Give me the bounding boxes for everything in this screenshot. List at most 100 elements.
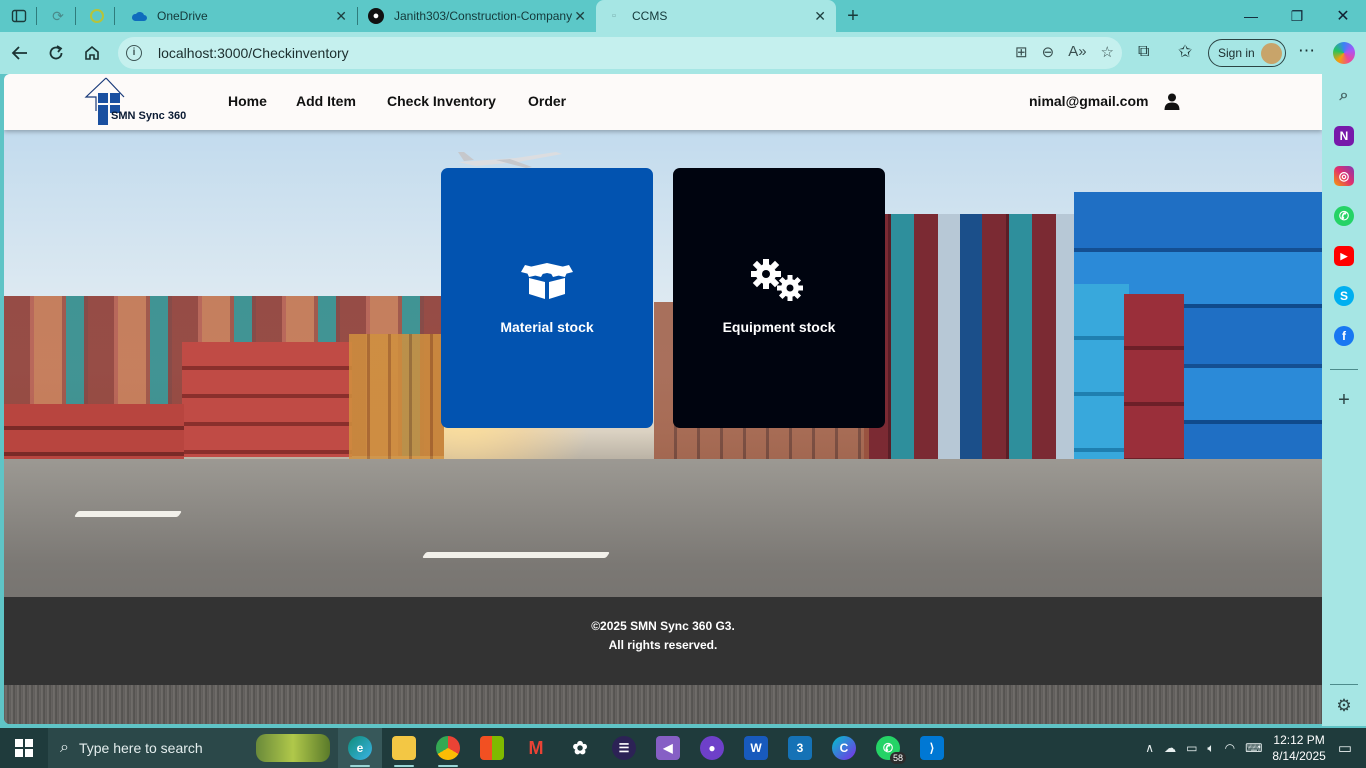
show-hidden-icons[interactable]: ∧ xyxy=(1145,741,1154,755)
browser-toolbar: i localhost:3000/Checkinventory ⊞ ⊖ A» ☆… xyxy=(0,32,1366,74)
nav-home[interactable]: Home xyxy=(228,93,267,109)
address-bar[interactable]: i localhost:3000/Checkinventory ⊞ ⊖ A» ☆ xyxy=(118,37,1122,69)
whatsapp-icon[interactable]: ✆ xyxy=(1334,206,1354,226)
tab-actions-icon[interactable] xyxy=(8,5,30,27)
onedrive-tray-icon[interactable]: ☁ xyxy=(1164,741,1176,755)
zoom-icon[interactable]: ⊖ xyxy=(1042,43,1055,61)
taskbar-word[interactable]: W xyxy=(734,728,778,768)
page-viewport: SMN Sync 360 Home Add Item Check Invento… xyxy=(4,74,1322,724)
divider xyxy=(1330,369,1358,370)
box-open-icon xyxy=(521,263,573,299)
rights-text: All rights reserved. xyxy=(608,638,718,652)
edge-icon: e xyxy=(348,736,372,760)
site-footer: ©2025 SMN Sync 360 G3. All rights reserv… xyxy=(4,597,1322,685)
tab-github[interactable]: ● Janith303/Construction-Company ✕ xyxy=(358,0,596,32)
taskbar-store[interactable] xyxy=(470,728,514,768)
workspaces-icon[interactable]: ⟳ xyxy=(47,5,69,27)
taskbar-eclipse[interactable]: ☰ xyxy=(602,728,646,768)
taskbar-edge[interactable]: e xyxy=(338,728,382,768)
container-stack xyxy=(864,214,1104,459)
taskbar-whatsapp[interactable]: ✆ 58 xyxy=(866,728,910,768)
keyboard-icon[interactable]: ⌨ xyxy=(1245,741,1262,755)
canva-icon: C xyxy=(832,736,856,760)
clock-time: 12:12 PM xyxy=(1273,733,1325,747)
running-indicator xyxy=(394,765,414,767)
new-tab-button[interactable]: + xyxy=(836,0,870,32)
restore-button[interactable]: ❐ xyxy=(1274,0,1320,32)
divider xyxy=(75,7,76,25)
taskbar-app-3[interactable]: 3 xyxy=(778,728,822,768)
onenote-icon[interactable]: N xyxy=(1334,126,1354,146)
css3-icon: 3 xyxy=(788,736,812,760)
logo-text: SMN Sync 360 xyxy=(111,110,187,122)
wifi-icon[interactable]: ◠ xyxy=(1225,741,1235,755)
nav-order[interactable]: Order xyxy=(528,93,566,109)
close-tab-icon[interactable]: ✕ xyxy=(814,8,826,25)
start-button[interactable] xyxy=(0,728,48,768)
material-stock-card[interactable]: Material stock xyxy=(441,168,653,428)
extensions-icon[interactable]: ⧉ xyxy=(1138,43,1149,61)
address-text[interactable]: localhost:3000/Checkinventory xyxy=(158,45,349,61)
battery-icon[interactable]: ▭ xyxy=(1186,741,1197,755)
copilot-icon[interactable] xyxy=(1333,42,1355,64)
notifications-icon[interactable]: ▭ xyxy=(1338,739,1352,757)
taskbar-vscode[interactable]: ⟩ xyxy=(910,728,954,768)
app-available-icon[interactable]: ⊞ xyxy=(1015,43,1028,61)
add-sidebar-app-icon[interactable]: + xyxy=(1334,389,1354,411)
avatar xyxy=(1261,43,1282,64)
taskbar-chrome[interactable] xyxy=(426,728,470,768)
close-window-button[interactable]: ✕ xyxy=(1320,0,1366,32)
folder-icon xyxy=(392,736,416,760)
tab-ccms[interactable]: ▫ CCMS ✕ xyxy=(596,0,836,32)
system-tray: ∧ ☁ ▭ 🔈︎ ◠ ⌨ 12:12 PM 8/14/2025 ▭ xyxy=(1145,728,1366,768)
chatgpt-icon: ✿ xyxy=(572,737,588,758)
back-button[interactable] xyxy=(2,37,38,69)
page-icon: ▫ xyxy=(612,10,616,22)
search-placeholder: Type here to search xyxy=(78,740,203,756)
user-email[interactable]: nimal@gmail.com xyxy=(1029,93,1148,109)
home-button[interactable] xyxy=(74,37,110,69)
taskbar-chatgpt[interactable]: ✿ xyxy=(558,728,602,768)
lane-marking xyxy=(73,511,183,517)
vscode-icon: ⟩ xyxy=(920,736,944,760)
taskbar-file-explorer[interactable] xyxy=(382,728,426,768)
skype-icon[interactable]: S xyxy=(1334,286,1354,306)
airplane-graphic xyxy=(458,152,562,168)
close-tab-icon[interactable]: ✕ xyxy=(574,8,586,25)
facebook-icon[interactable]: f xyxy=(1334,326,1354,346)
minimize-button[interactable]: — xyxy=(1228,0,1274,32)
user-icon[interactable] xyxy=(1164,93,1180,110)
close-tab-icon[interactable]: ✕ xyxy=(335,8,347,25)
running-indicator xyxy=(350,765,370,767)
taskbar-search[interactable]: ⌕ Type here to search xyxy=(48,728,338,768)
taskbar-gmail[interactable]: M xyxy=(514,728,558,768)
taskbar-github-desktop[interactable]: ● xyxy=(690,728,734,768)
tab-onedrive[interactable]: OneDrive ✕ xyxy=(121,0,357,32)
collections-icon[interactable] xyxy=(86,5,108,27)
favorites-icon[interactable]: ✩ xyxy=(1178,42,1192,62)
taskbar: ⌕ Type here to search e M ✿ ☰ ◀ ● W 3 C … xyxy=(0,728,1366,768)
github-desktop-icon: ● xyxy=(700,736,724,760)
background-asphalt xyxy=(4,685,1322,724)
youtube-icon[interactable]: ▶ xyxy=(1334,246,1354,266)
taskbar-canva[interactable]: C xyxy=(822,728,866,768)
favorite-star-icon[interactable]: ☆ xyxy=(1101,43,1114,61)
taskbar-visual-studio[interactable]: ◀ xyxy=(646,728,690,768)
instagram-icon[interactable]: ◎ xyxy=(1334,166,1354,186)
container-stack xyxy=(182,342,352,457)
sign-in-button[interactable]: Sign in xyxy=(1208,39,1286,67)
read-aloud-icon[interactable]: A» xyxy=(1068,43,1086,61)
more-menu-icon[interactable]: ⋯ xyxy=(1298,41,1315,61)
taskbar-clock[interactable]: 12:12 PM 8/14/2025 xyxy=(1272,732,1325,764)
equipment-stock-card[interactable]: Equipment stock xyxy=(673,168,885,428)
container-stack xyxy=(1124,294,1184,464)
tab-title: OneDrive xyxy=(157,9,208,23)
search-icon[interactable]: ⌕ xyxy=(1334,86,1354,106)
site-info-icon[interactable]: i xyxy=(126,45,142,61)
nav-check-inventory[interactable]: Check Inventory xyxy=(387,93,496,109)
volume-icon[interactable]: 🔈︎ xyxy=(1207,741,1214,756)
nav-add-item[interactable]: Add Item xyxy=(296,93,356,109)
sidebar-settings-icon[interactable]: ⚙ xyxy=(1334,696,1354,716)
refresh-button[interactable] xyxy=(38,37,74,69)
gears-icon xyxy=(751,259,803,301)
